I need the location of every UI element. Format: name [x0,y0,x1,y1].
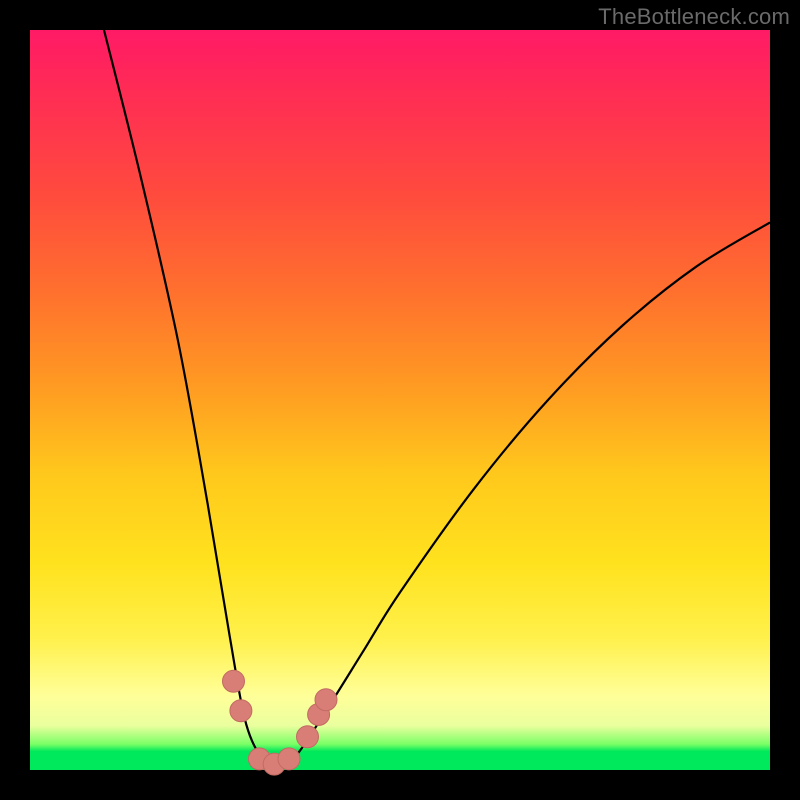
chart-marker [278,748,300,770]
chart-marker [230,700,252,722]
chart-svg [30,30,770,770]
chart-plot-area [30,30,770,770]
chart-markers [223,670,338,775]
chart-marker [315,689,337,711]
chart-marker [223,670,245,692]
chart-frame: TheBottleneck.com [0,0,800,800]
bottleneck-curve [104,30,770,770]
chart-marker [297,726,319,748]
watermark-text: TheBottleneck.com [598,4,790,30]
